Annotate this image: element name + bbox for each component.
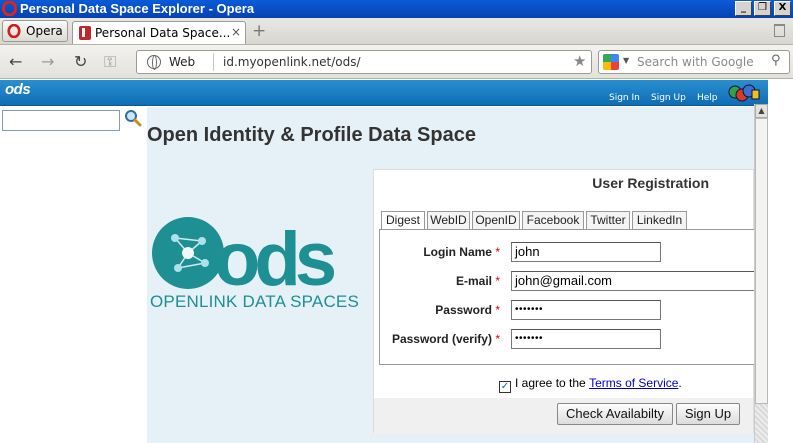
forward-icon[interactable]: →	[41, 52, 54, 71]
ods-logo-letters: ods	[214, 217, 335, 302]
sidebar-search-input[interactable]	[2, 110, 120, 131]
login-name-input[interactable]: john	[511, 242, 661, 262]
bookmark-star-icon[interactable]: ★	[573, 52, 586, 70]
address-field[interactable]: Web id.myopenlink.net/ods/ ★	[136, 50, 592, 74]
new-tab-icon[interactable]: +	[252, 21, 266, 41]
tab-title: Personal Data Space...	[95, 26, 231, 40]
address-url[interactable]: id.myopenlink.net/ods/	[223, 55, 361, 69]
scroll-up-icon[interactable]: ▲	[755, 104, 768, 118]
sign-up-button[interactable]: Sign Up	[676, 403, 740, 425]
agree-checkbox[interactable]: ✓	[499, 381, 511, 393]
opera-menu-icon	[7, 24, 21, 38]
address-separator	[213, 53, 214, 71]
openlink-favicon-icon	[79, 26, 91, 40]
required-mark: *	[495, 303, 500, 317]
tab-twitter[interactable]: Twitter	[586, 211, 630, 230]
google-icon[interactable]	[603, 54, 619, 70]
terms-of-service-link[interactable]: Terms of Service	[589, 376, 678, 390]
email-label: E-mail *	[455, 274, 500, 288]
search-engine-dropdown-icon[interactable]: ▼	[623, 56, 629, 65]
password-input[interactable]: •••••••	[511, 300, 661, 320]
registration-title: User Registration	[592, 175, 709, 191]
key-icon[interactable]: ⚿	[104, 52, 116, 72]
sign-up-link[interactable]: Sign Up	[651, 93, 686, 103]
email-input[interactable]: john@gmail.com	[511, 271, 756, 291]
window-title: Personal Data Space Explorer - Opera	[20, 1, 255, 16]
trash-icon[interactable]	[774, 24, 785, 37]
ods-header: ods Sign In Sign Up Help	[0, 80, 768, 106]
required-mark: *	[495, 332, 500, 346]
registration-actions: Check Availabilty Sign Up	[374, 398, 753, 434]
search-icon[interactable]: ⚲	[771, 53, 781, 68]
openlink-logo-caption: OPENLINK DATA SPACES	[150, 292, 360, 311]
page-title: Open Identity & Profile Data Space	[147, 124, 476, 146]
address-mode-label: Web	[169, 55, 196, 69]
password-label: Password *	[435, 303, 500, 317]
search-field[interactable]: ▼ Search with Google ⚲	[598, 50, 790, 74]
tab-openid[interactable]: OpenID	[472, 211, 520, 230]
agree-suffix: .	[678, 376, 682, 390]
tab-digest[interactable]: Digest	[381, 211, 425, 231]
scrollbar-thumb[interactable]	[755, 118, 768, 404]
check-availability-button[interactable]: Check Availabilty	[557, 403, 673, 425]
window-titlebar: Personal Data Space Explorer - Opera _ ❐…	[0, 0, 793, 18]
search-placeholder[interactable]: Search with Google	[637, 55, 754, 69]
restore-button[interactable]: ❐	[754, 1, 771, 16]
password-verify-input[interactable]: •••••••	[511, 329, 661, 349]
password-verify-label: Password (verify) *	[391, 332, 500, 346]
tab-personal-data-space[interactable]: Personal Data Space... ×	[72, 21, 246, 44]
required-mark: *	[495, 245, 500, 259]
agree-text: I agree to the	[515, 376, 586, 390]
magnifier-icon[interactable]	[123, 108, 143, 128]
tab-close-icon[interactable]: ×	[231, 25, 241, 39]
login-name-label: Login Name *	[423, 245, 500, 259]
required-mark: *	[495, 274, 500, 288]
opera-menu-button[interactable]: Opera	[2, 20, 68, 42]
page-scrollbar[interactable]: ▲	[754, 104, 768, 443]
globe-icon	[147, 55, 161, 70]
tab-facebook[interactable]: Facebook	[522, 211, 584, 230]
opera-menu-label: Opera	[26, 24, 63, 38]
sign-in-link[interactable]: Sign In	[609, 93, 640, 103]
tab-webid[interactable]: WebID	[427, 211, 470, 230]
opera-logo-icon	[2, 1, 17, 16]
minimize-button[interactable]: _	[735, 1, 752, 16]
help-link[interactable]: Help	[697, 93, 718, 103]
registration-form: Login Name * john E-mail * john@gmail.co…	[379, 229, 756, 365]
address-toolbar: ← → ↻ ⚿ Web id.myopenlink.net/ods/ ★ ▼ S…	[0, 45, 793, 79]
tab-linkedin[interactable]: LinkedIn	[632, 211, 687, 230]
ods-bubbles-icon	[728, 84, 760, 102]
tab-bar: Opera Personal Data Space... × +	[0, 18, 793, 45]
terms-agreement: ✓ I agree to the Terms of Service.	[499, 376, 682, 393]
ods-header-logo[interactable]: ods	[5, 81, 31, 98]
close-window-button[interactable]: X	[774, 1, 791, 16]
back-icon[interactable]: ←	[9, 52, 22, 71]
registration-panel: User Registration Digest WebID OpenID Fa…	[373, 169, 756, 434]
reload-icon[interactable]: ↻	[74, 52, 87, 71]
